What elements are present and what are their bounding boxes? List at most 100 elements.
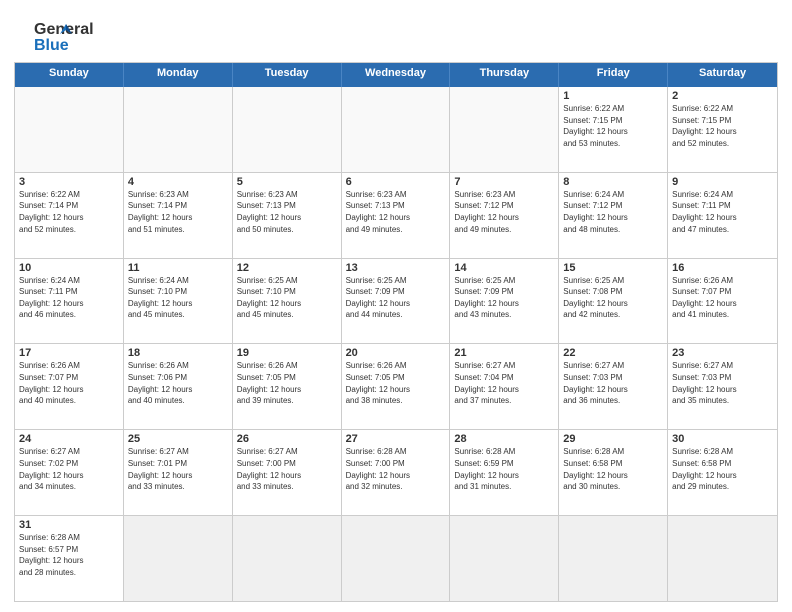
sun-info: Sunrise: 6:28 AM Sunset: 6:57 PM Dayligh… (19, 532, 119, 578)
day-number: 13 (346, 262, 446, 274)
day-number: 3 (19, 176, 119, 188)
calendar-cell: 14Sunrise: 6:25 AM Sunset: 7:09 PM Dayli… (450, 259, 559, 344)
calendar-cell (124, 87, 233, 172)
calendar-cell: 23Sunrise: 6:27 AM Sunset: 7:03 PM Dayli… (668, 344, 777, 429)
calendar-cell: 17Sunrise: 6:26 AM Sunset: 7:07 PM Dayli… (15, 344, 124, 429)
header-day-friday: Friday (559, 63, 668, 87)
header-day-saturday: Saturday (668, 63, 777, 87)
sun-info: Sunrise: 6:28 AM Sunset: 6:59 PM Dayligh… (454, 446, 554, 492)
calendar-cell: 29Sunrise: 6:28 AM Sunset: 6:58 PM Dayli… (559, 430, 668, 515)
day-number: 10 (19, 262, 119, 274)
day-number: 1 (563, 90, 663, 102)
calendar-cell (450, 87, 559, 172)
calendar-cell: 26Sunrise: 6:27 AM Sunset: 7:00 PM Dayli… (233, 430, 342, 515)
sun-info: Sunrise: 6:26 AM Sunset: 7:07 PM Dayligh… (19, 360, 119, 406)
sun-info: Sunrise: 6:25 AM Sunset: 7:09 PM Dayligh… (454, 275, 554, 321)
calendar-cell: 12Sunrise: 6:25 AM Sunset: 7:10 PM Dayli… (233, 259, 342, 344)
calendar-cell (559, 516, 668, 601)
header: General Blue (14, 12, 778, 56)
calendar-cell: 11Sunrise: 6:24 AM Sunset: 7:10 PM Dayli… (124, 259, 233, 344)
day-number: 23 (672, 347, 773, 359)
calendar-cell: 24Sunrise: 6:27 AM Sunset: 7:02 PM Dayli… (15, 430, 124, 515)
calendar-cell: 7Sunrise: 6:23 AM Sunset: 7:12 PM Daylig… (450, 173, 559, 258)
day-number: 21 (454, 347, 554, 359)
calendar-row-4: 24Sunrise: 6:27 AM Sunset: 7:02 PM Dayli… (15, 429, 777, 515)
sun-info: Sunrise: 6:27 AM Sunset: 7:02 PM Dayligh… (19, 446, 119, 492)
generalblue-logo-icon: General Blue (14, 16, 94, 56)
calendar-cell: 20Sunrise: 6:26 AM Sunset: 7:05 PM Dayli… (342, 344, 451, 429)
calendar-cell: 18Sunrise: 6:26 AM Sunset: 7:06 PM Dayli… (124, 344, 233, 429)
header-day-sunday: Sunday (15, 63, 124, 87)
page: General Blue SundayMondayTuesdayWednesda… (0, 0, 792, 612)
sun-info: Sunrise: 6:22 AM Sunset: 7:14 PM Dayligh… (19, 189, 119, 235)
svg-text:Blue: Blue (34, 37, 69, 54)
sun-info: Sunrise: 6:26 AM Sunset: 7:05 PM Dayligh… (237, 360, 337, 406)
calendar-row-1: 3Sunrise: 6:22 AM Sunset: 7:14 PM Daylig… (15, 172, 777, 258)
sun-info: Sunrise: 6:28 AM Sunset: 6:58 PM Dayligh… (672, 446, 773, 492)
calendar-cell: 5Sunrise: 6:23 AM Sunset: 7:13 PM Daylig… (233, 173, 342, 258)
sun-info: Sunrise: 6:26 AM Sunset: 7:05 PM Dayligh… (346, 360, 446, 406)
calendar-cell: 22Sunrise: 6:27 AM Sunset: 7:03 PM Dayli… (559, 344, 668, 429)
sun-info: Sunrise: 6:24 AM Sunset: 7:10 PM Dayligh… (128, 275, 228, 321)
sun-info: Sunrise: 6:22 AM Sunset: 7:15 PM Dayligh… (563, 103, 663, 149)
sun-info: Sunrise: 6:24 AM Sunset: 7:12 PM Dayligh… (563, 189, 663, 235)
calendar-cell (15, 87, 124, 172)
day-number: 15 (563, 262, 663, 274)
calendar-header: SundayMondayTuesdayWednesdayThursdayFrid… (15, 63, 777, 87)
calendar-cell: 19Sunrise: 6:26 AM Sunset: 7:05 PM Dayli… (233, 344, 342, 429)
calendar-cell (668, 516, 777, 601)
sun-info: Sunrise: 6:23 AM Sunset: 7:13 PM Dayligh… (237, 189, 337, 235)
calendar-cell: 25Sunrise: 6:27 AM Sunset: 7:01 PM Dayli… (124, 430, 233, 515)
day-number: 8 (563, 176, 663, 188)
header-day-monday: Monday (124, 63, 233, 87)
calendar-row-0: 1Sunrise: 6:22 AM Sunset: 7:15 PM Daylig… (15, 87, 777, 172)
calendar-cell: 9Sunrise: 6:24 AM Sunset: 7:11 PM Daylig… (668, 173, 777, 258)
sun-info: Sunrise: 6:23 AM Sunset: 7:13 PM Dayligh… (346, 189, 446, 235)
day-number: 28 (454, 433, 554, 445)
day-number: 9 (672, 176, 773, 188)
day-number: 2 (672, 90, 773, 102)
sun-info: Sunrise: 6:25 AM Sunset: 7:10 PM Dayligh… (237, 275, 337, 321)
sun-info: Sunrise: 6:27 AM Sunset: 7:03 PM Dayligh… (672, 360, 773, 406)
calendar-cell: 16Sunrise: 6:26 AM Sunset: 7:07 PM Dayli… (668, 259, 777, 344)
sun-info: Sunrise: 6:26 AM Sunset: 7:06 PM Dayligh… (128, 360, 228, 406)
calendar-cell: 27Sunrise: 6:28 AM Sunset: 7:00 PM Dayli… (342, 430, 451, 515)
sun-info: Sunrise: 6:24 AM Sunset: 7:11 PM Dayligh… (19, 275, 119, 321)
day-number: 16 (672, 262, 773, 274)
sun-info: Sunrise: 6:22 AM Sunset: 7:15 PM Dayligh… (672, 103, 773, 149)
calendar-cell: 15Sunrise: 6:25 AM Sunset: 7:08 PM Dayli… (559, 259, 668, 344)
header-day-wednesday: Wednesday (342, 63, 451, 87)
calendar-cell: 10Sunrise: 6:24 AM Sunset: 7:11 PM Dayli… (15, 259, 124, 344)
day-number: 18 (128, 347, 228, 359)
sun-info: Sunrise: 6:23 AM Sunset: 7:14 PM Dayligh… (128, 189, 228, 235)
calendar: SundayMondayTuesdayWednesdayThursdayFrid… (14, 62, 778, 602)
sun-info: Sunrise: 6:27 AM Sunset: 7:01 PM Dayligh… (128, 446, 228, 492)
calendar-cell: 28Sunrise: 6:28 AM Sunset: 6:59 PM Dayli… (450, 430, 559, 515)
day-number: 17 (19, 347, 119, 359)
sun-info: Sunrise: 6:27 AM Sunset: 7:04 PM Dayligh… (454, 360, 554, 406)
day-number: 4 (128, 176, 228, 188)
calendar-cell: 4Sunrise: 6:23 AM Sunset: 7:14 PM Daylig… (124, 173, 233, 258)
calendar-body: 1Sunrise: 6:22 AM Sunset: 7:15 PM Daylig… (15, 87, 777, 601)
day-number: 25 (128, 433, 228, 445)
day-number: 22 (563, 347, 663, 359)
calendar-row-3: 17Sunrise: 6:26 AM Sunset: 7:07 PM Dayli… (15, 343, 777, 429)
day-number: 11 (128, 262, 228, 274)
day-number: 29 (563, 433, 663, 445)
calendar-cell: 21Sunrise: 6:27 AM Sunset: 7:04 PM Dayli… (450, 344, 559, 429)
sun-info: Sunrise: 6:25 AM Sunset: 7:09 PM Dayligh… (346, 275, 446, 321)
header-day-thursday: Thursday (450, 63, 559, 87)
calendar-cell: 31Sunrise: 6:28 AM Sunset: 6:57 PM Dayli… (15, 516, 124, 601)
day-number: 31 (19, 519, 119, 531)
calendar-cell: 30Sunrise: 6:28 AM Sunset: 6:58 PM Dayli… (668, 430, 777, 515)
sun-info: Sunrise: 6:24 AM Sunset: 7:11 PM Dayligh… (672, 189, 773, 235)
sun-info: Sunrise: 6:27 AM Sunset: 7:00 PM Dayligh… (237, 446, 337, 492)
day-number: 7 (454, 176, 554, 188)
day-number: 20 (346, 347, 446, 359)
day-number: 19 (237, 347, 337, 359)
calendar-row-2: 10Sunrise: 6:24 AM Sunset: 7:11 PM Dayli… (15, 258, 777, 344)
sun-info: Sunrise: 6:28 AM Sunset: 6:58 PM Dayligh… (563, 446, 663, 492)
logo: General Blue (14, 16, 94, 56)
calendar-cell (342, 87, 451, 172)
sun-info: Sunrise: 6:28 AM Sunset: 7:00 PM Dayligh… (346, 446, 446, 492)
